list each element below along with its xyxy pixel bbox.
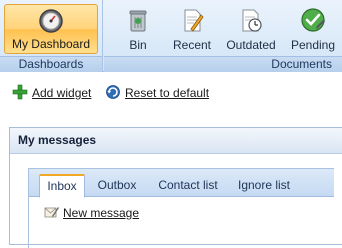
- new-message-icon: [44, 207, 59, 218]
- ribbon: My Dashboard Dashboards Bin Recent Outda…: [0, 0, 342, 72]
- pending-check-icon: [301, 8, 325, 32]
- widget-title: My messages: [10, 128, 342, 154]
- add-widget-label: Add widget: [32, 86, 92, 100]
- ribbon-group-dashboards: My Dashboard Dashboards: [0, 0, 103, 72]
- tab-contact-list[interactable]: Contact list: [153, 175, 223, 197]
- plus-icon: [12, 84, 28, 100]
- dashboard-gauge-icon: [39, 9, 63, 33]
- tab-ignore-list[interactable]: Ignore list: [231, 175, 297, 197]
- add-widget-link[interactable]: Add widget: [12, 84, 97, 102]
- tab-inbox[interactable]: Inbox: [39, 174, 85, 198]
- documents-group-label: Documents: [104, 56, 342, 72]
- pending-label: Pending: [290, 38, 336, 52]
- my-dashboard-label: My Dashboard: [11, 37, 91, 51]
- reset-to-default-link[interactable]: Reset to default: [105, 84, 225, 102]
- new-message-label: New message: [63, 206, 140, 220]
- outdated-button[interactable]: Outdated: [222, 4, 280, 54]
- recent-label: Recent: [172, 38, 212, 52]
- ribbon-group-documents: Bin Recent Outdated Pending Documents: [104, 0, 342, 72]
- document-edit-icon: [184, 9, 204, 32]
- outdated-label: Outdated: [226, 38, 276, 52]
- dashboards-group-label: Dashboards: [0, 56, 102, 72]
- bin-label: Bin: [129, 38, 147, 52]
- my-messages-widget: My messages Inbox Outbox Contact list Ig…: [9, 127, 342, 248]
- document-clock-icon: [242, 9, 262, 32]
- bin-button[interactable]: Bin: [118, 4, 158, 54]
- messages-tabstrip: Inbox Outbox Contact list Ignore list: [29, 169, 334, 198]
- tab-outbox[interactable]: Outbox: [91, 175, 143, 197]
- messages-tab-container: Inbox Outbox Contact list Ignore list Ne…: [28, 168, 334, 248]
- reset-icon: [106, 85, 120, 99]
- recent-button[interactable]: Recent: [168, 4, 216, 54]
- my-dashboard-button[interactable]: My Dashboard: [4, 4, 98, 54]
- pending-button[interactable]: Pending: [287, 4, 339, 54]
- reset-to-default-label: Reset to default: [125, 86, 210, 100]
- bin-icon: [129, 10, 147, 32]
